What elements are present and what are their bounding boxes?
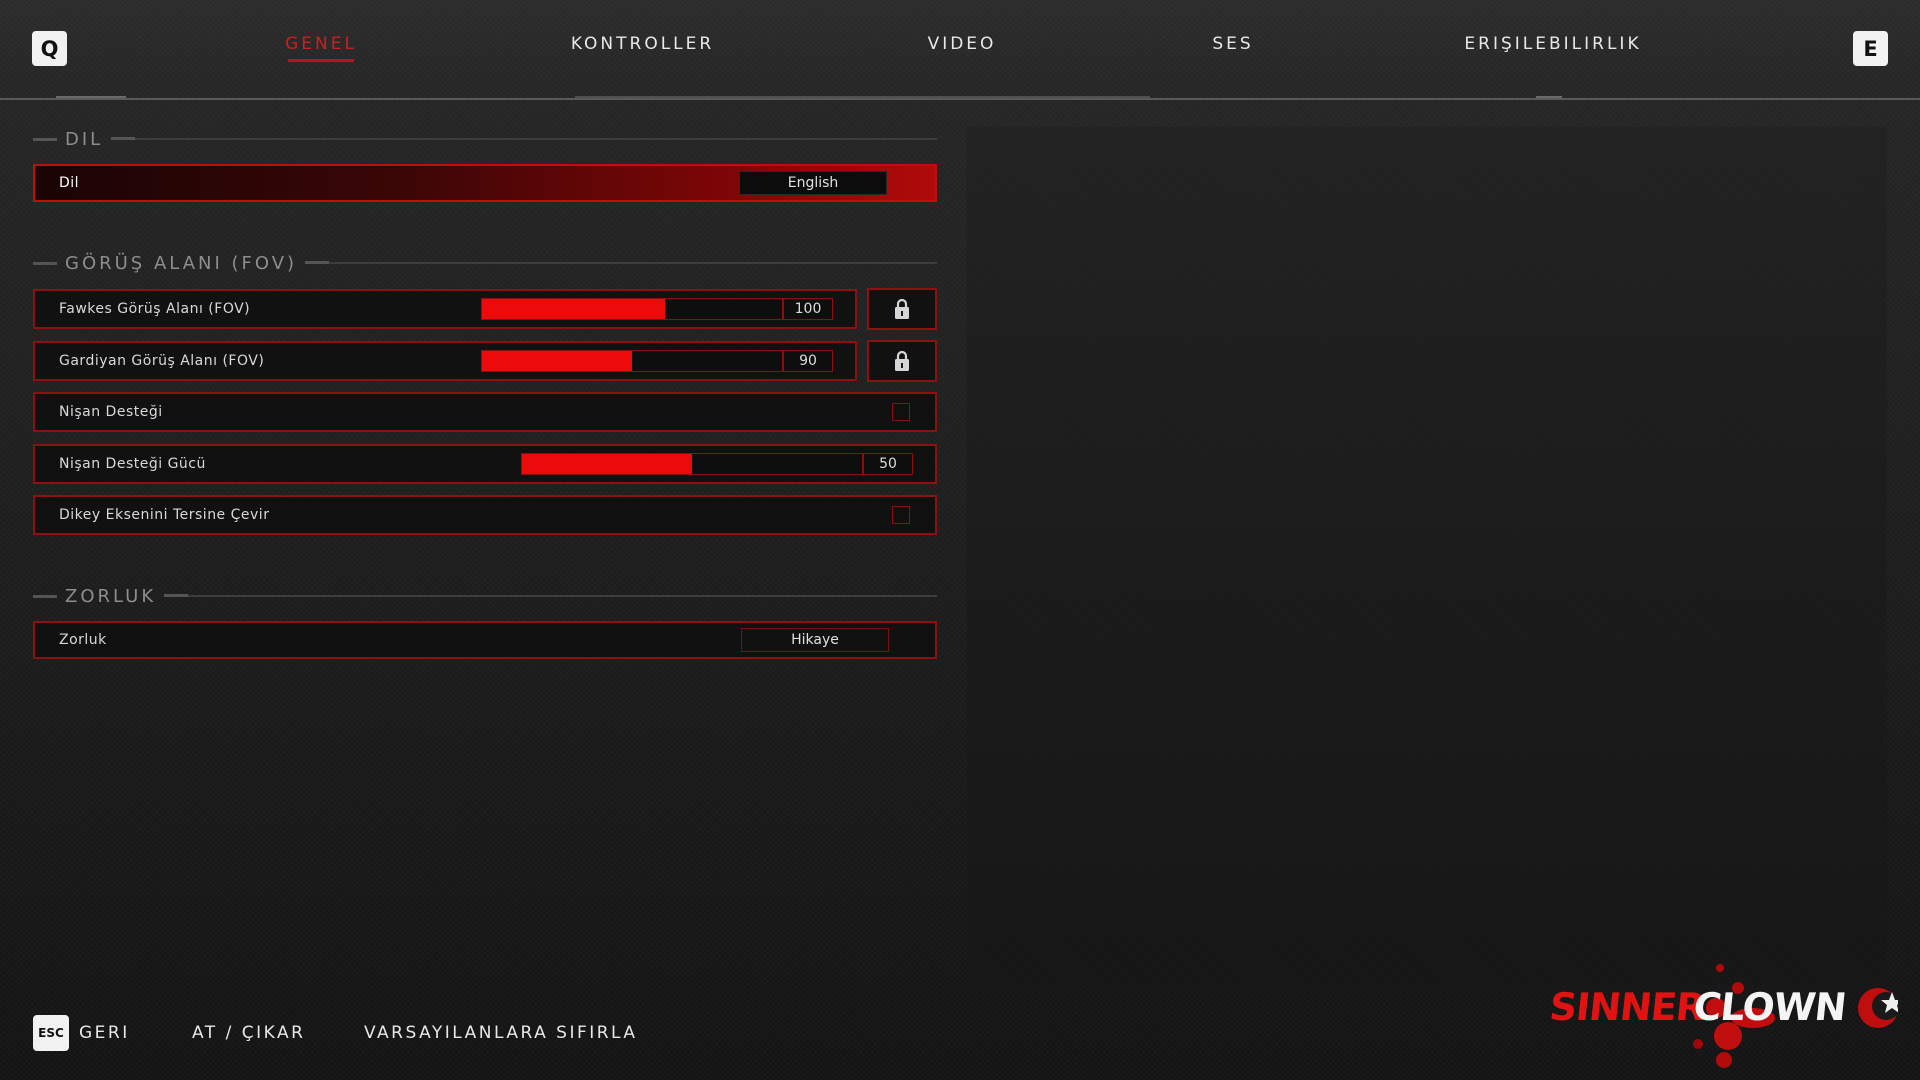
setting-row-invert-y[interactable]: Dikey Eksenini Tersine Çevir <box>33 495 937 535</box>
q-key-prev-tab-button[interactable]: Q <box>32 31 67 66</box>
setting-label: Nişan Desteği <box>59 404 163 420</box>
tab-genel[interactable]: GENEL <box>285 34 354 64</box>
gardiyan-fov-slider[interactable] <box>481 350 783 372</box>
section-header-difficulty: ZORLUK <box>33 585 937 607</box>
logo-text-sinner: SINNER <box>1548 985 1707 1029</box>
setting-label: Dikey Eksenini Tersine Çevir <box>59 507 270 523</box>
preview-panel <box>967 127 1887 985</box>
fawkes-fov-lock-button[interactable] <box>867 288 937 330</box>
setting-label: Dil <box>59 175 80 191</box>
fawkes-fov-slider[interactable] <box>481 298 783 320</box>
setting-label: Gardiyan Görüş Alanı (FOV) <box>59 353 265 369</box>
setting-row-difficulty[interactable]: Zorluk Hikaye <box>33 621 937 659</box>
slider-fill <box>482 351 632 371</box>
language-select[interactable]: English <box>739 171 887 195</box>
invert-y-checkbox[interactable] <box>892 506 910 524</box>
section-title: DIL <box>65 128 104 150</box>
logo-text-clown: CLOWN <box>1691 985 1847 1029</box>
tab-ses[interactable]: SES <box>1212 34 1253 64</box>
back-button[interactable]: GERI <box>79 1022 130 1044</box>
sinnerclown-logo: SINNER CLOWN <box>1547 948 1903 1068</box>
slider-fill <box>482 299 665 319</box>
aim-assist-strength-value[interactable]: 50 <box>863 453 913 475</box>
lock-icon <box>895 350 909 371</box>
difficulty-select[interactable]: Hikaye <box>741 628 889 652</box>
section-title: ZORLUK <box>65 585 157 607</box>
fawkes-fov-value[interactable]: 100 <box>783 298 833 320</box>
section-header-fov: GÖRÜŞ ALANI (FOV) <box>33 252 937 274</box>
lock-icon <box>895 298 909 319</box>
setting-row-aim-assist[interactable]: Nişan Desteği <box>33 392 937 432</box>
e-key-next-tab-button[interactable]: E <box>1853 31 1888 66</box>
esc-key-icon[interactable]: ESC <box>33 1015 69 1051</box>
aim-assist-strength-slider[interactable] <box>521 453 863 475</box>
slider-fill <box>522 454 692 474</box>
gardiyan-fov-value[interactable]: 90 <box>783 350 833 372</box>
setting-label: Zorluk <box>59 632 107 648</box>
reset-defaults-button[interactable]: VARSAYILANLARA SIFIRLA <box>364 1022 638 1044</box>
top-navigation: Q GENEL KONTROLLER VIDEO SES ERIŞILEBILI… <box>0 0 1920 100</box>
gardiyan-fov-lock-button[interactable] <box>867 340 937 382</box>
nav-divider-mark <box>56 96 126 98</box>
aim-assist-checkbox[interactable] <box>892 403 910 421</box>
logo-graphic: SINNER CLOWN <box>1547 964 1903 1068</box>
tab-erisilebilirlik[interactable]: ERIŞILEBILIRLIK <box>1464 34 1638 64</box>
section-title: GÖRÜŞ ALANI (FOV) <box>65 252 298 274</box>
setting-row-fawkes-fov[interactable]: Fawkes Görüş Alanı (FOV) 100 <box>33 289 857 329</box>
setting-row-aim-assist-strength[interactable]: Nişan Desteği Gücü 50 <box>33 444 937 484</box>
section-header-language: DIL <box>33 128 937 150</box>
setting-label: Fawkes Görüş Alanı (FOV) <box>59 301 251 317</box>
tab-kontroller[interactable]: KONTROLLER <box>571 34 711 64</box>
setting-row-language[interactable]: Dil English <box>33 164 937 202</box>
nav-divider <box>0 98 1920 100</box>
nav-divider-mark <box>1536 96 1562 98</box>
kick-leave-button[interactable]: AT / ÇIKAR <box>192 1022 305 1044</box>
setting-row-gardiyan-fov[interactable]: Gardiyan Görüş Alanı (FOV) 90 <box>33 341 857 381</box>
setting-label: Nişan Desteği Gücü <box>59 456 206 472</box>
nav-divider-mark <box>575 96 1150 98</box>
tab-video[interactable]: VIDEO <box>928 34 995 64</box>
